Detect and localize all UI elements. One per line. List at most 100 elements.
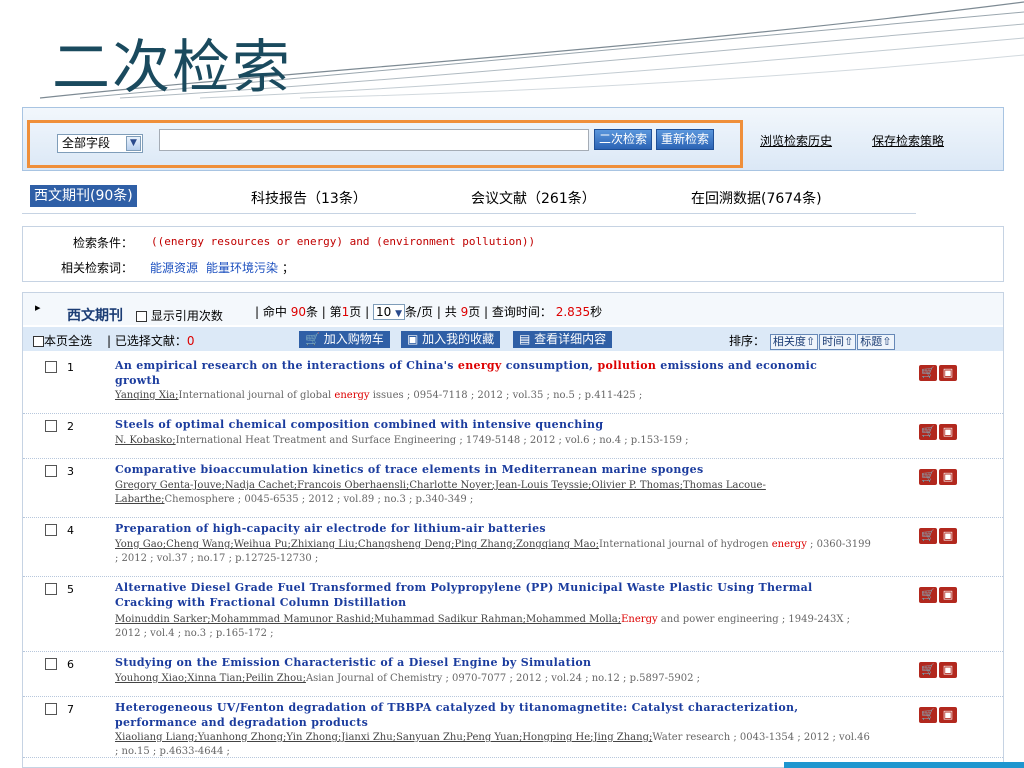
result-checkbox[interactable] [45,361,57,373]
secondary-search-button[interactable]: 二次检索 [594,129,652,150]
result-actions: 🛒 ▣ [919,658,959,678]
new-search-button[interactable]: 重新检索 [656,129,714,150]
query-label: 检索条件： [72,236,133,250]
search-input[interactable] [159,129,589,151]
result-authors-link[interactable]: Gregory Genta-Jouve;Nadja Cachet;Francoi… [115,480,766,505]
results-panel: ▸ 西文期刊 显示引用次数 | 命中 90条 | 第1页 | 10 ▼ 条/页 |… [22,292,1004,768]
result-row: 5 Alternative Diesel Grade Fuel Transform… [23,577,1003,652]
result-number: 2 [67,420,74,433]
select-all-checkbox[interactable] [33,336,44,347]
document-icon: ▤ [519,332,531,346]
folder-icon[interactable]: ▣ [939,469,957,485]
result-title-link[interactable]: Steels of optimal chemical composition c… [115,417,855,432]
result-checkbox[interactable] [45,703,57,715]
result-number: 7 [67,703,74,716]
result-citation: Xiaoliang Liang;Yuanhong Zhong;Yin Zhong… [115,732,870,757]
cart-icon[interactable]: 🛒 [919,424,937,440]
slide-accent-bar [784,762,1024,768]
folder-icon: ▣ [407,332,419,346]
result-title-link[interactable]: Alternative Diesel Grade Fuel Transforme… [115,580,855,610]
folder-icon[interactable]: ▣ [939,424,957,440]
sort-relevance-button[interactable]: 相关度⇧ [769,334,819,350]
related-terms: 能源资源 能量环境污染； [150,261,295,275]
sort-time-button[interactable]: 时间⇧ [819,334,857,350]
cart-icon[interactable]: 🛒 [919,707,937,723]
sort-title-button[interactable]: 标题⇧ [857,334,895,350]
result-actions: 🛒 ▣ [919,703,959,723]
result-citation: Yanqing Xia;International journal of glo… [115,390,643,401]
result-row: 7 Heterogeneous UV/Fenton degradation of … [23,697,1003,758]
search-history-link[interactable]: 浏览检索历史 [760,132,832,149]
folder-icon[interactable]: ▣ [939,528,957,544]
cart-icon[interactable]: 🛒 [919,587,937,603]
result-authors-link[interactable]: Xiaoliang Liang;Yuanhong Zhong;Yin Zhong… [115,732,652,743]
result-row: 3 Comparative bioaccumulation kinetics of… [23,459,1003,518]
result-title-link[interactable]: Studying on the Emission Characteristic … [115,655,855,670]
secondary-search-panel: 全部字段 ▼ 二次检索 重新检索 浏览检索历史 保存检索策略 [22,107,1004,171]
result-authors-link[interactable]: Yong Gao;Cheng Wang;Weihua Pu;Zhixiang L… [115,539,599,550]
tab-backfile-data[interactable]: 在回溯数据(7674条) [691,188,822,208]
results-list: 1 An empirical research on the interactio… [23,355,1003,758]
search-highlight-box: 全部字段 ▼ 二次检索 重新检索 [27,120,743,168]
cart-icon: 🛒 [305,332,320,346]
tab-western-journals[interactable]: 西文期刊(90条) [30,185,137,207]
cart-icon[interactable]: 🛒 [919,365,937,381]
cart-icon[interactable]: 🛒 [919,662,937,678]
result-actions: 🛒 ▣ [919,524,959,544]
result-authors-link[interactable]: N. Kobasko; [115,435,176,446]
result-authors-link[interactable]: Yanqing Xia; [115,390,179,401]
related-term-link[interactable]: 能量环境污染 [206,261,278,275]
slide-title: 二次检索 [52,33,293,101]
tab-tech-reports[interactable]: 科技报告（13条） [251,188,367,208]
results-db-name: 西文期刊 [67,308,123,324]
query-time: 2.835 [555,305,591,319]
per-page-select[interactable]: 10 ▼ [372,304,406,320]
results-header: ▸ 西文期刊 显示引用次数 | 命中 90条 | 第1页 | 10 ▼ 条/页 |… [23,293,1003,325]
result-checkbox[interactable] [45,465,57,477]
result-checkbox[interactable] [45,420,57,432]
related-term-link[interactable]: 能源资源 [150,261,198,275]
tab-conference-papers[interactable]: 会议文献（261条） [471,188,596,208]
show-citations-toggle[interactable]: 显示引用次数 [136,307,223,324]
result-authors-link[interactable]: Youhong Xiao;Xinna Tian;Peilin Zhou; [115,673,306,684]
sort-controls: 排序： 相关度⇧ 时间⇧ 标题⇧ [729,332,895,350]
result-title-link[interactable]: Comparative bioaccumulation kinetics of … [115,462,855,477]
result-actions: 🛒 ▣ [919,361,959,381]
query-expression: ((energy resources or energy) and (envir… [151,235,536,248]
result-checkbox[interactable] [45,658,57,670]
result-number: 1 [67,361,74,374]
folder-icon[interactable]: ▣ [939,707,957,723]
result-checkbox[interactable] [45,583,57,595]
field-select-value: 全部字段 [62,136,111,150]
result-row: 2 Steels of optimal chemical composition … [23,414,1003,459]
result-row: 1 An empirical research on the interactio… [23,355,1003,414]
folder-icon[interactable]: ▣ [939,365,957,381]
folder-icon[interactable]: ▣ [939,587,957,603]
save-strategy-link[interactable]: 保存检索策略 [872,132,944,149]
result-authors-link[interactable]: Moinuddin Sarker;Mohammmad Mamunor Rashi… [115,614,621,625]
view-details-button[interactable]: ▤ 查看详细内容 [513,331,613,348]
result-citation: Gregory Genta-Jouve;Nadja Cachet;Francoi… [115,480,766,505]
result-title-link[interactable]: An empirical research on the interaction… [115,358,855,388]
cart-icon[interactable]: 🛒 [919,469,937,485]
add-to-favorites-button[interactable]: ▣ 加入我的收藏 [401,331,501,348]
show-citations-checkbox[interactable] [136,311,147,322]
results-stats: | 命中 90条 | 第1页 | 10 ▼ 条/页 | 共 9页 | 查询时间： … [255,304,603,320]
result-number: 5 [67,583,74,596]
result-citation: Youhong Xiao;Xinna Tian;Peilin Zhou;Asia… [115,673,701,684]
result-citation: Yong Gao;Cheng Wang;Weihua Pu;Zhixiang L… [115,539,871,564]
chevron-down-icon[interactable]: ▼ [126,136,141,151]
related-terms-label: 相关检索词： [60,261,133,275]
result-citation: Moinuddin Sarker;Mohammmad Mamunor Rashi… [115,614,851,639]
result-number: 4 [67,524,74,537]
result-row: 6 Studying on the Emission Characteristic… [23,652,1003,697]
result-actions: 🛒 ▣ [919,465,959,485]
result-title-link[interactable]: Preparation of high-capacity air electro… [115,521,855,536]
add-to-cart-button[interactable]: 🛒 加入购物车 [299,331,390,348]
result-title-link[interactable]: Heterogeneous UV/Fenton degradation of T… [115,700,855,730]
field-select[interactable]: 全部字段 ▼ [57,134,143,153]
folder-icon[interactable]: ▣ [939,662,957,678]
select-all-toggle[interactable]: 本页全选 [33,332,92,349]
result-checkbox[interactable] [45,524,57,536]
cart-icon[interactable]: 🛒 [919,528,937,544]
